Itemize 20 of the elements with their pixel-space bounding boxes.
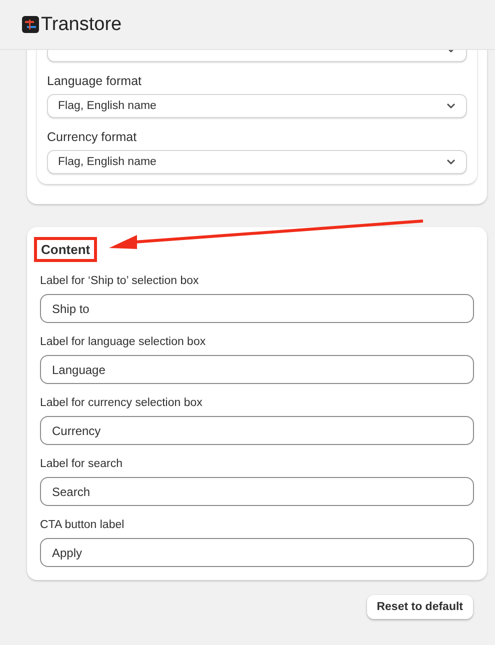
field-label: CTA button label — [40, 519, 126, 531]
chevron-down-icon — [446, 102, 456, 110]
reset-button[interactable]: Reset to default — [366, 595, 473, 619]
field-label: Label for search — [40, 458, 124, 470]
section-title: Content — [34, 237, 98, 262]
text-field[interactable]: Apply — [40, 538, 474, 567]
field-label: Language format — [47, 74, 143, 88]
text-field[interactable]: Search — [40, 477, 474, 506]
chevron-down-icon — [446, 158, 456, 166]
text-field[interactable]: Language — [40, 355, 474, 384]
field-label: Currency format — [47, 130, 138, 144]
text-field[interactable]: Ship to — [40, 294, 474, 323]
text-field[interactable]: Currency — [40, 416, 474, 445]
format-select[interactable]: Flag, English name — [47, 150, 467, 174]
format-select[interactable]: Flag, English name — [47, 94, 467, 118]
field-label: Label for ‘Ship to’ selection box — [40, 275, 200, 287]
field-label: Label for language selection box — [40, 336, 207, 348]
app-logo-icon — [22, 16, 39, 33]
field-label: Label for currency selection box — [40, 397, 204, 409]
app-title: Transtore — [41, 14, 122, 36]
